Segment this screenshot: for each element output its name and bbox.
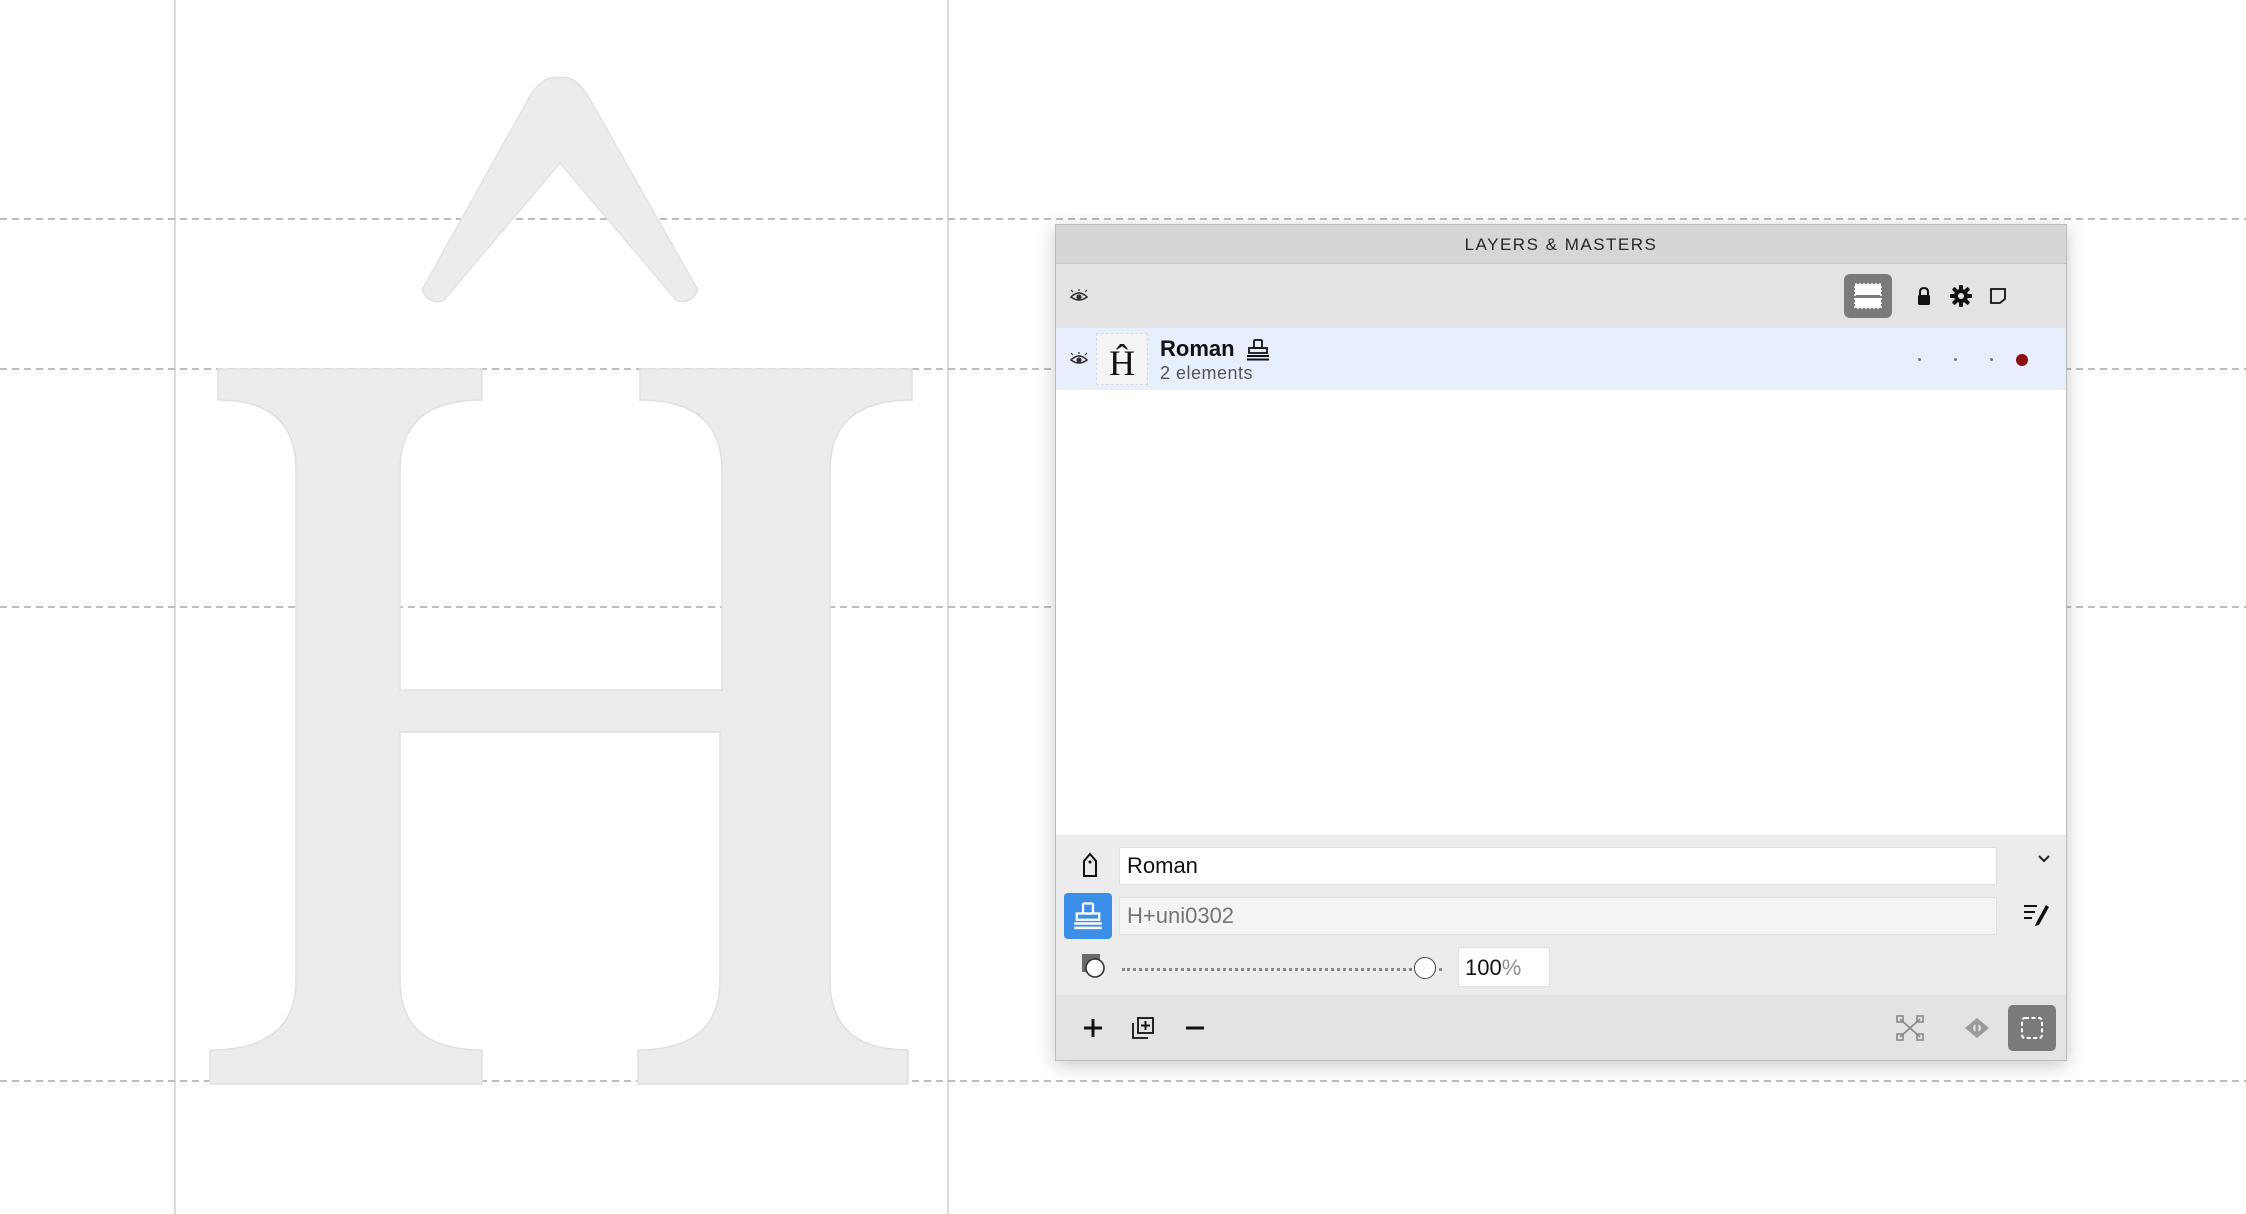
opacity-field[interactable]: 100%	[1458, 947, 1550, 987]
h-glyph-shape[interactable]	[209, 368, 913, 1085]
master-stack-icon	[1246, 339, 1270, 361]
interpolate-icon[interactable]	[1894, 1013, 1926, 1043]
opacity-slider[interactable]	[1122, 957, 1442, 981]
panel-bottom-bar	[1056, 995, 2066, 1060]
layer-status-dot	[1990, 358, 1993, 361]
gear-icon[interactable]	[1948, 283, 1974, 309]
layer-properties: Roman H+uni0302 100%	[1056, 835, 2066, 995]
master-name-field[interactable]: Roman	[1119, 847, 1997, 885]
layer-subtitle: 2 elements	[1160, 363, 1254, 383]
mask-icon[interactable]	[1963, 1015, 1991, 1041]
layer-thumbnail-glyph: Ĥ	[1109, 343, 1135, 383]
master-icon	[1081, 851, 1101, 879]
master-toggle-button[interactable]	[1064, 893, 1112, 939]
layers-masters-panel: LAYERS & MASTERS Ĥ Roman 2 elements Roma…	[1055, 224, 2067, 1061]
opacity-slider-thumb[interactable]	[1414, 957, 1436, 979]
layer-status-dot	[1918, 358, 1921, 361]
layer-preview-toggle-button[interactable]	[1844, 274, 1892, 318]
layer-view-icon[interactable]	[1986, 284, 2010, 308]
master-color-dot[interactable]	[2016, 354, 2028, 366]
circumflex-shape[interactable]	[421, 76, 699, 303]
layer-row-roman[interactable]: Ĥ Roman 2 elements	[1056, 328, 2066, 390]
selection-mode-button[interactable]	[2008, 1005, 2056, 1051]
opacity-value: 100	[1465, 955, 1502, 980]
opacity-icon	[1081, 953, 1107, 979]
eye-icon[interactable]	[1065, 284, 1093, 308]
edit-note-icon[interactable]	[2022, 901, 2052, 931]
layer-name: Roman	[1160, 336, 1235, 361]
layer-status-dot	[1954, 358, 1957, 361]
minus-icon[interactable]	[1182, 1015, 1208, 1041]
duplicate-icon[interactable]	[1130, 1015, 1156, 1041]
chevron-down-icon[interactable]	[2036, 853, 2056, 873]
plus-icon[interactable]	[1080, 1015, 1106, 1041]
lock-icon[interactable]	[1912, 284, 1936, 308]
panel-toolbar	[1056, 264, 2066, 328]
eye-icon[interactable]	[1065, 347, 1093, 371]
opacity-slider-track	[1122, 968, 1442, 971]
opacity-unit: %	[1501, 955, 1522, 980]
layer-thumbnail: Ĥ	[1096, 333, 1148, 385]
layers-list-empty-area[interactable]	[1056, 390, 2066, 835]
panel-title[interactable]: LAYERS & MASTERS	[1056, 225, 2066, 264]
layer-name-field[interactable]	[1119, 897, 1997, 935]
